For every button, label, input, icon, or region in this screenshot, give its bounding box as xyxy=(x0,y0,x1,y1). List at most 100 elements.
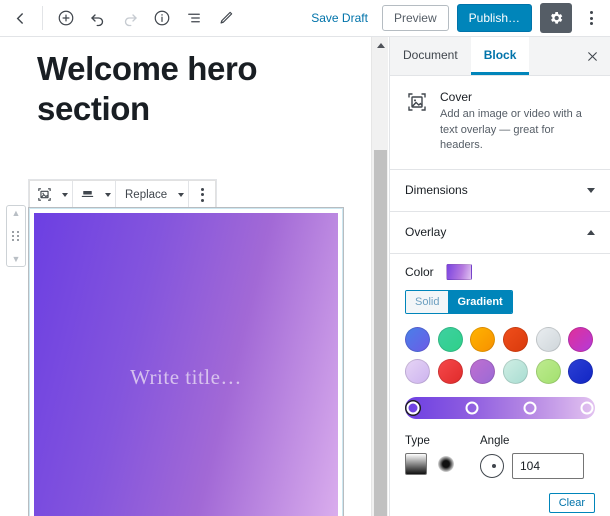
tab-block[interactable]: Block xyxy=(470,37,530,75)
toolbar-divider xyxy=(42,6,43,30)
tab-document[interactable]: Document xyxy=(390,37,471,75)
publish-button[interactable]: Publish… xyxy=(456,3,532,33)
scroll-up-arrow-icon[interactable] xyxy=(372,37,389,54)
kebab-menu-icon xyxy=(200,187,204,202)
gradient-stop-4[interactable] xyxy=(580,401,594,415)
gradient-type-control: Type xyxy=(405,435,454,479)
close-sidebar-button[interactable] xyxy=(574,37,610,75)
angle-label: Angle xyxy=(480,435,510,448)
list-view-icon xyxy=(188,13,200,23)
linear-gradient-icon[interactable] xyxy=(405,453,427,476)
add-block-button[interactable] xyxy=(51,3,81,33)
chevron-left-icon xyxy=(16,12,23,24)
edit-mode-button[interactable] xyxy=(211,3,241,33)
overlay-color-row: Color xyxy=(405,263,595,280)
clear-row: Clear xyxy=(405,493,595,514)
gradient-swatch-grid xyxy=(405,327,595,385)
block-info-description: Add an image or video with a text overla… xyxy=(440,108,582,152)
canvas-scrollbar[interactable] xyxy=(371,37,388,516)
top-toolbar: Save Draft Preview Publish… xyxy=(0,0,610,37)
mode-solid-button[interactable]: Solid xyxy=(406,290,449,314)
plus-circle-icon xyxy=(58,10,74,26)
panel-overlay-header[interactable]: Overlay xyxy=(390,212,610,254)
block-type-dropdown[interactable] xyxy=(58,181,72,208)
chevron-up-icon[interactable]: ▲ xyxy=(12,209,21,218)
list-view-button[interactable] xyxy=(179,3,209,33)
gradient-stop-2[interactable] xyxy=(465,401,478,415)
drag-handle-icon[interactable] xyxy=(12,231,20,241)
chevron-up-icon xyxy=(587,229,595,235)
undo-button[interactable] xyxy=(83,3,113,33)
cover-block[interactable]: Write title… xyxy=(29,208,343,516)
cover-overlay: Write title… xyxy=(34,213,338,516)
panel-dimensions[interactable]: Dimensions xyxy=(390,170,610,212)
panel-dimensions-label: Dimensions xyxy=(405,183,468,198)
post-title[interactable]: Welcome hero section xyxy=(37,49,337,130)
type-label: Type xyxy=(405,435,430,448)
overlay-color-swatch[interactable] xyxy=(445,263,472,280)
details-button[interactable] xyxy=(147,3,177,33)
gradient-stop-1[interactable] xyxy=(406,401,420,415)
replace-dropdown[interactable] xyxy=(174,181,188,208)
gradient-swatch-8[interactable] xyxy=(437,359,463,385)
type-icon-row xyxy=(405,453,454,476)
editor-window: Save Draft Preview Publish… Welcome hero… xyxy=(0,0,610,516)
gear-icon xyxy=(551,12,563,24)
block-toolbar: Replace xyxy=(29,180,217,209)
gradient-swatch-5[interactable] xyxy=(535,327,561,353)
gradient-swatch-7[interactable] xyxy=(405,359,430,385)
toolbar-actions: Save Draft Preview Publish… xyxy=(305,3,610,33)
chevron-down-icon[interactable]: ▼ xyxy=(12,255,21,264)
back-button[interactable] xyxy=(0,0,40,36)
replace-button[interactable]: Replace xyxy=(116,181,174,208)
save-draft-button[interactable]: Save Draft xyxy=(305,7,374,29)
angle-row xyxy=(480,453,584,480)
cover-title-input[interactable]: Write title… xyxy=(130,365,242,390)
angle-input[interactable] xyxy=(512,453,584,480)
block-options-group xyxy=(189,181,215,208)
gradient-angle-control: Angle xyxy=(480,435,584,480)
type-angle-row: Type Angle xyxy=(405,435,595,480)
replace-group: Replace xyxy=(116,181,190,208)
gradient-swatch-9[interactable] xyxy=(470,359,496,385)
block-options-button[interactable] xyxy=(189,181,215,208)
cover-block-icon xyxy=(405,90,429,114)
scrollbar-thumb[interactable] xyxy=(374,150,387,516)
align-dropdown[interactable] xyxy=(101,181,115,208)
overlay-color-label: Color xyxy=(405,264,434,279)
editor-canvas: Welcome hero section ▲ ▼ Replace Write t… xyxy=(0,37,371,516)
gradient-swatch-12[interactable] xyxy=(568,359,594,385)
mode-gradient-button[interactable]: Gradient xyxy=(448,290,512,314)
settings-button[interactable] xyxy=(540,3,572,33)
more-options-button[interactable] xyxy=(580,3,602,33)
gradient-swatch-3[interactable] xyxy=(470,327,496,353)
block-info-title: Cover xyxy=(440,90,473,104)
gradient-swatch-1[interactable] xyxy=(405,327,430,353)
toolbar-tools xyxy=(45,3,241,33)
undo-icon xyxy=(91,14,104,27)
gradient-slider[interactable] xyxy=(405,397,595,420)
preview-button[interactable]: Preview xyxy=(381,4,449,32)
block-info-card: Cover Add an image or video with a text … xyxy=(390,76,610,170)
settings-sidebar: Document Block Cover Add an image or vid… xyxy=(389,37,610,516)
clear-button[interactable]: Clear xyxy=(548,493,595,514)
redo-icon xyxy=(124,14,137,27)
info-circle-icon xyxy=(154,10,170,26)
gradient-swatch-10[interactable] xyxy=(502,359,528,385)
block-type-button[interactable] xyxy=(30,181,58,208)
kebab-menu-icon xyxy=(589,11,593,25)
gradient-swatch-4[interactable] xyxy=(502,327,528,353)
sidebar-tabs: Document Block xyxy=(390,37,610,76)
angle-dial-icon[interactable] xyxy=(480,454,504,479)
block-mover[interactable]: ▲ ▼ xyxy=(6,205,26,267)
gradient-swatch-6[interactable] xyxy=(568,327,594,353)
align-button[interactable] xyxy=(73,181,101,208)
gradient-swatch-11[interactable] xyxy=(535,359,561,385)
radial-gradient-icon[interactable] xyxy=(438,456,454,473)
cover-block-icon xyxy=(37,188,51,201)
align-center-icon xyxy=(81,190,93,198)
block-type-group xyxy=(30,181,73,208)
gradient-swatch-2[interactable] xyxy=(437,327,463,353)
redo-button[interactable] xyxy=(115,3,145,33)
gradient-stop-3[interactable] xyxy=(523,401,537,415)
